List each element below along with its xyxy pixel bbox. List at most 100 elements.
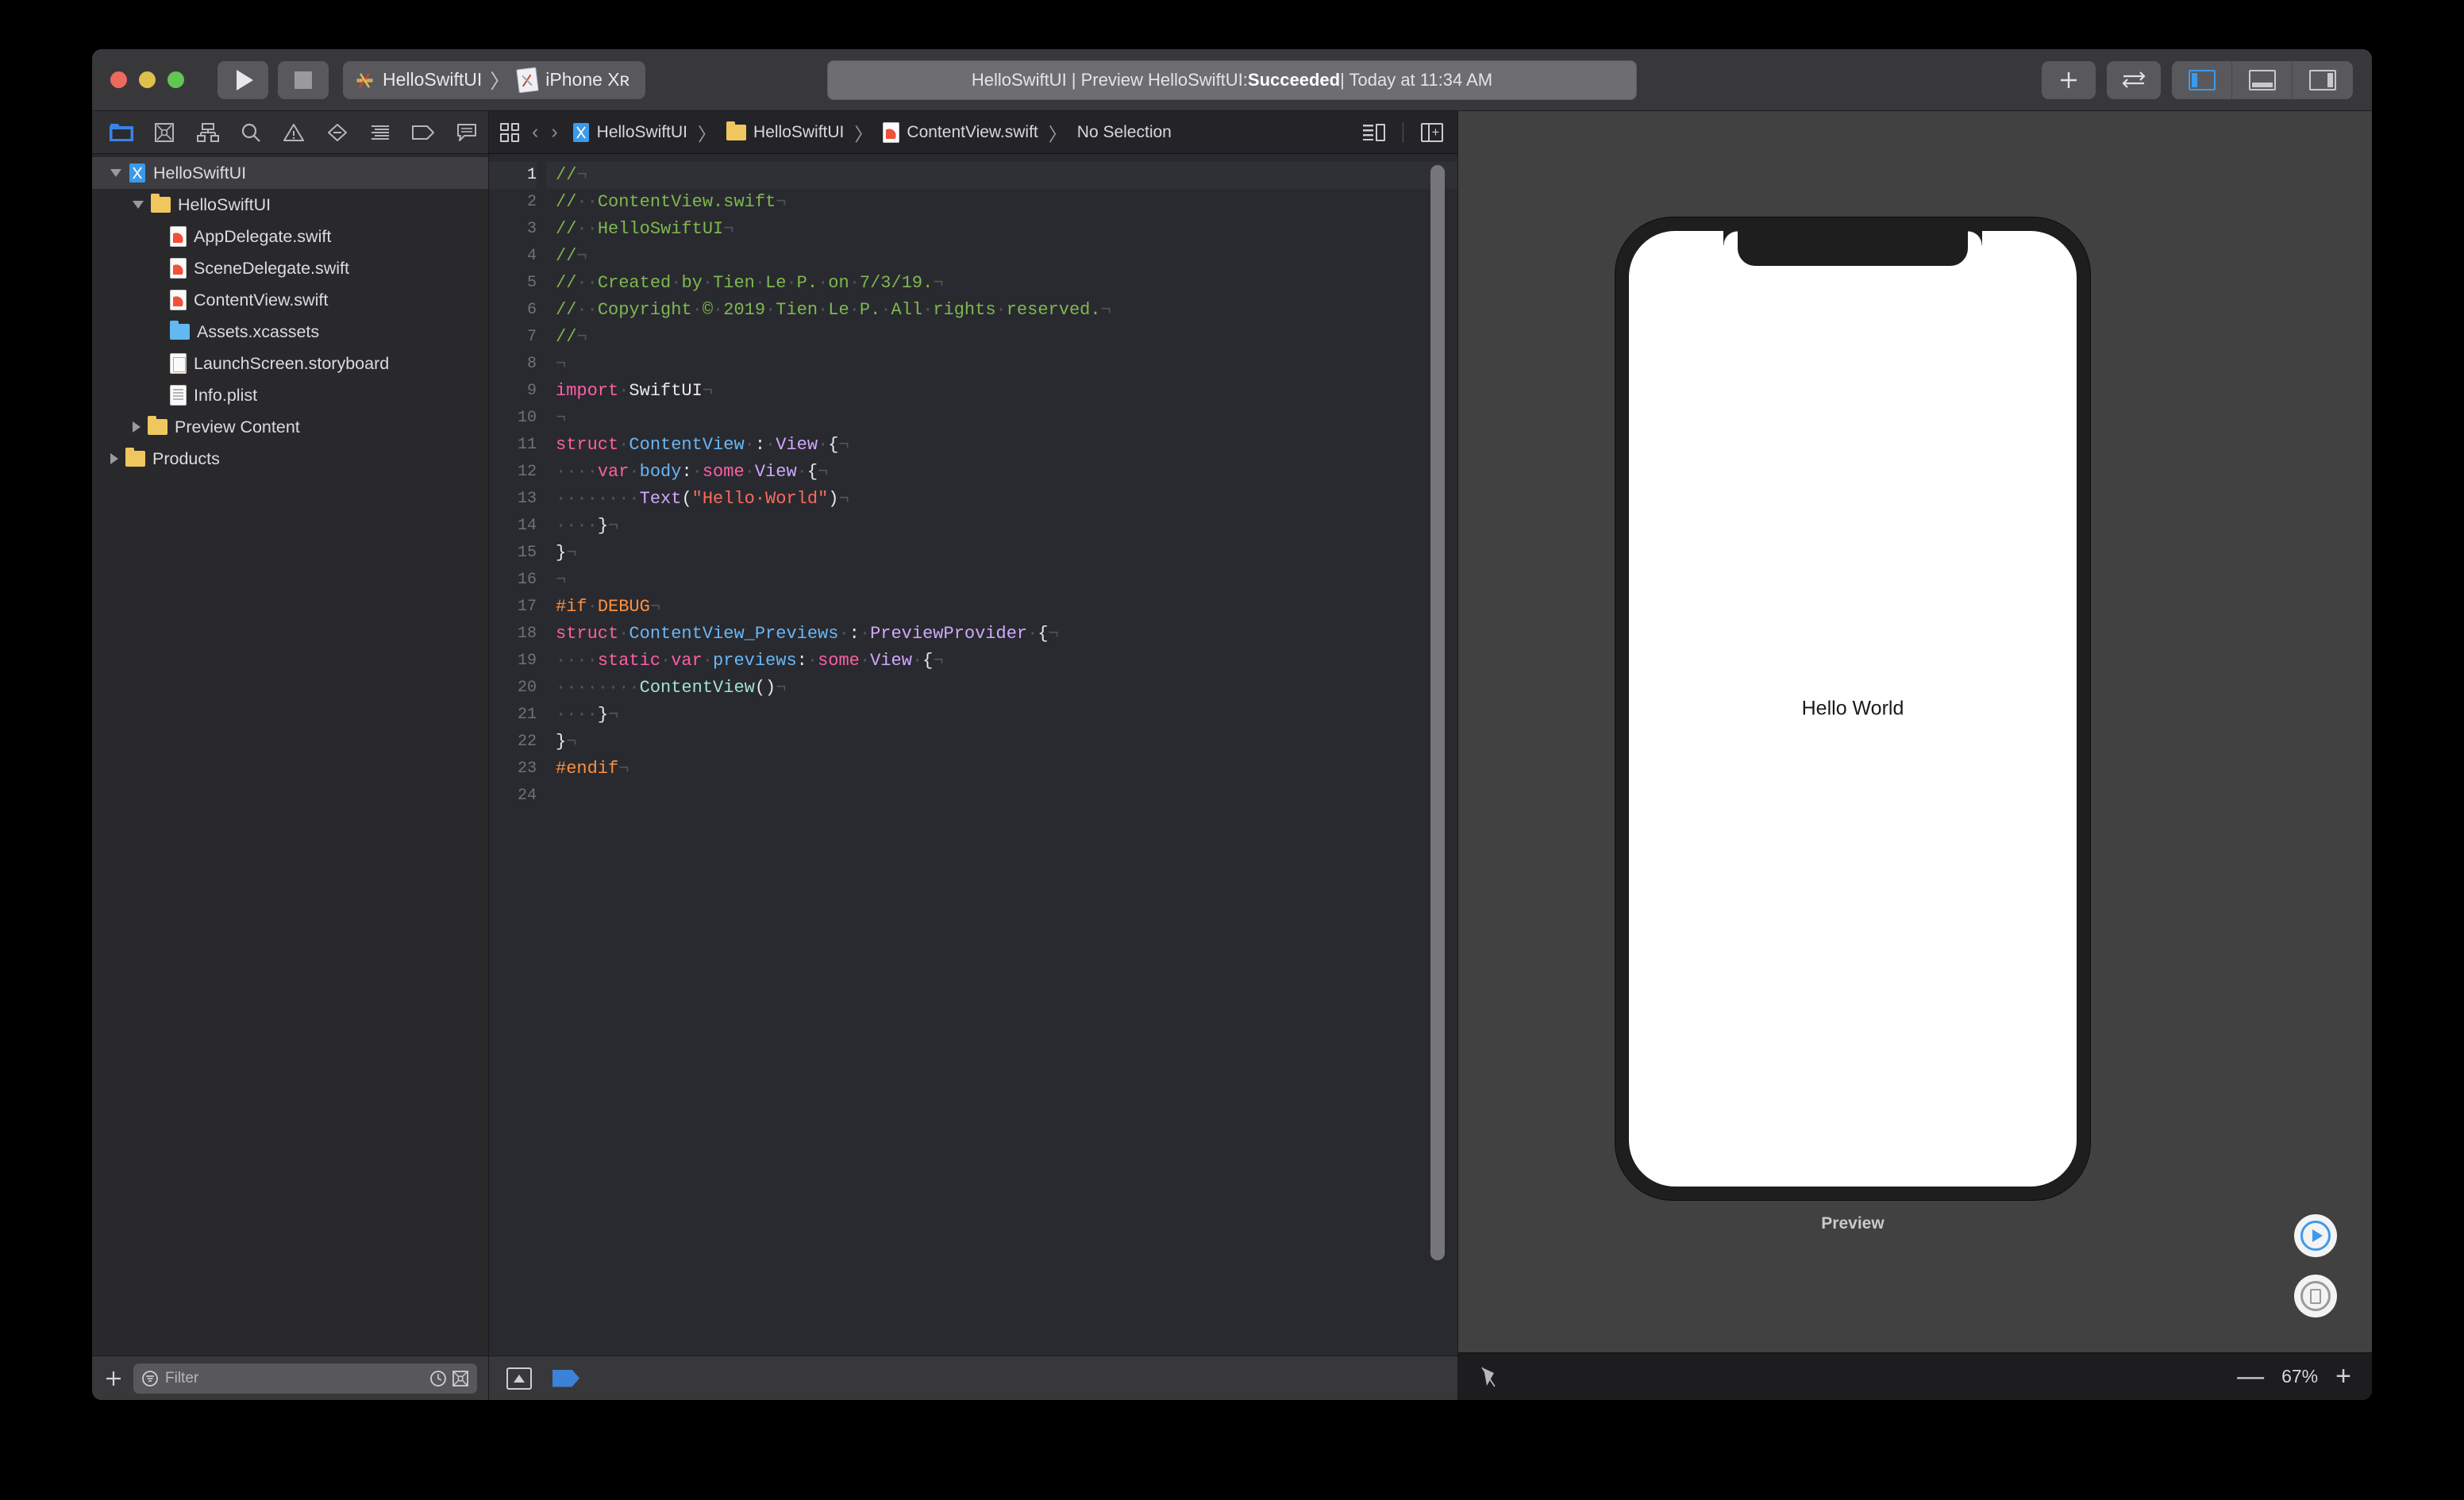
toggle-inspector-button[interactable] <box>2293 61 2353 99</box>
breadcrumb-group[interactable]: HelloSwiftUI <box>726 121 844 142</box>
code-line[interactable]: }¬ <box>556 540 1457 567</box>
add-editor-button[interactable] <box>2042 60 2096 99</box>
device-screen[interactable]: Hello World <box>1629 231 2077 1187</box>
minimize-button[interactable] <box>139 71 156 88</box>
code-token: reserved. <box>1006 300 1101 320</box>
editor-vertical-scrollbar[interactable] <box>1430 162 1445 1348</box>
filter-field[interactable]: Filter <box>133 1363 477 1394</box>
code-line[interactable]: //··Created·by·Tien·Le·P.·on·7/3/19.¬ <box>556 270 1457 297</box>
sidebar-item-project-navigator[interactable] <box>100 114 143 151</box>
code-line[interactable]: ····}¬ <box>556 702 1457 729</box>
project-file-tree[interactable]: HelloSwiftUI HelloSwiftUI AppDelegate.swif… <box>92 154 488 1356</box>
disclosure-triangle-open-icon[interactable] <box>133 201 144 209</box>
code-line[interactable]: ········ContentView()¬ <box>556 675 1457 702</box>
xcode-project-icon <box>572 122 589 142</box>
filter-input[interactable]: Filter <box>165 1370 198 1387</box>
code-token: ContentView.swift <box>597 192 776 212</box>
preview-canvas-panel: Hello World Preview — 67% + <box>1457 111 2372 1400</box>
zoom-out-button[interactable]: — <box>2237 1363 2264 1390</box>
stop-button[interactable] <box>278 60 329 99</box>
tree-row[interactable]: Info.plist <box>92 379 488 411</box>
clock-icon[interactable] <box>429 1370 447 1387</box>
code-line[interactable] <box>556 783 1457 810</box>
code-token: ¬ <box>702 381 714 401</box>
code-line[interactable]: ¬ <box>556 567 1457 594</box>
canvas-stage[interactable]: Hello World Preview <box>1458 111 2372 1352</box>
code-token: View <box>754 462 797 482</box>
sidebar-item-breakpoint-navigator[interactable] <box>402 114 445 151</box>
code-line[interactable]: ····var·body:·some·View·{¬ <box>556 459 1457 486</box>
source-control-icon <box>155 122 175 142</box>
run-button[interactable] <box>218 60 268 99</box>
tree-row[interactable]: Assets.xcassets <box>92 316 488 348</box>
sidebar-item-test-navigator[interactable] <box>316 114 359 151</box>
tree-row[interactable]: HelloSwiftUI <box>92 189 488 221</box>
code-line[interactable]: ¬ <box>556 351 1457 378</box>
code-line[interactable]: ····}¬ <box>556 513 1457 540</box>
source-control-filter-icon[interactable] <box>452 1370 469 1387</box>
code-line[interactable]: //··HelloSwiftUI¬ <box>556 216 1457 243</box>
code-area[interactable]: 1 2 3 4 5 6 7 8 9 10 11 12 13 14 15 16 17 18 19 20 21 22 23 24 … <box>489 154 1457 1356</box>
line-number: 3 <box>526 220 537 238</box>
sidebar-item-source-control-navigator[interactable] <box>143 114 186 151</box>
code-line[interactable]: }¬ <box>556 729 1457 756</box>
assistant-editor-icon[interactable] <box>1363 121 1385 144</box>
close-button[interactable] <box>110 71 127 88</box>
back-button[interactable]: ‹ <box>532 121 538 144</box>
line-number: 9 <box>526 382 537 400</box>
disclosure-triangle-open-icon[interactable] <box>110 169 121 177</box>
pin-button[interactable] <box>1479 1365 1500 1389</box>
toggle-navigator-button[interactable] <box>2172 60 2232 99</box>
code-text[interactable]: //¬//··ContentView.swift¬//··HelloSwiftU… <box>546 154 1457 1356</box>
add-editor-icon[interactable]: + <box>1421 122 1443 142</box>
tree-row-label: Preview Content <box>175 417 300 437</box>
breadcrumb-selection-label[interactable]: No Selection <box>1077 123 1172 142</box>
tree-row[interactable]: LaunchScreen.storyboard <box>92 348 488 379</box>
tree-row[interactable]: Preview Content <box>92 411 488 443</box>
code-line[interactable]: import·SwiftUI¬ <box>556 378 1457 405</box>
zoom-in-button[interactable]: + <box>2335 1363 2351 1390</box>
code-line[interactable]: //¬ <box>546 162 1457 189</box>
navigator-panel-icon <box>2188 69 2216 90</box>
live-preview-play-button[interactable] <box>2294 1214 2337 1257</box>
code-token: : <box>849 624 860 644</box>
swap-editors-button[interactable] <box>2107 60 2161 99</box>
tree-row[interactable]: SceneDelegate.swift <box>92 252 488 284</box>
code-line[interactable]: ¬ <box>556 405 1457 432</box>
code-line[interactable]: struct·ContentView·:·View·{¬ <box>556 432 1457 459</box>
scheme-selector[interactable]: HelloSwiftUI 〉 iPhone Xʀ <box>343 60 646 99</box>
activity-status-bar[interactable]: HelloSwiftUI | Preview HelloSwiftUI: Suc… <box>827 60 1637 100</box>
line-number: 15 <box>517 544 537 562</box>
code-line[interactable]: #if·DEBUG¬ <box>556 594 1457 621</box>
code-line[interactable]: //··Copyright·©·2019·Tien·Le·P.·All·righ… <box>556 297 1457 324</box>
code-line[interactable]: //··ContentView.swift¬ <box>556 189 1457 216</box>
related-items-icon[interactable] <box>500 122 519 142</box>
code-line[interactable]: #endif¬ <box>556 756 1457 783</box>
zoom-button[interactable] <box>167 71 184 88</box>
code-line[interactable]: ····static·var·previews:·some·View·{¬ <box>556 648 1457 675</box>
scrollbar-thumb[interactable] <box>1430 165 1445 1260</box>
tree-row[interactable]: AppDelegate.swift <box>92 221 488 252</box>
run-on-device-button[interactable] <box>2294 1275 2337 1317</box>
code-line[interactable]: struct·ContentView_Previews·:·PreviewPro… <box>556 621 1457 648</box>
breadcrumb-file[interactable]: ContentView.swift <box>883 121 1038 143</box>
breadcrumb-project[interactable]: HelloSwiftUI <box>572 122 687 143</box>
show-debug-area-icon[interactable] <box>506 1367 532 1390</box>
add-file-button[interactable] <box>103 1368 124 1389</box>
code-line[interactable]: ········Text("Hello·World")¬ <box>556 486 1457 513</box>
disclosure-triangle-closed-icon[interactable] <box>133 421 141 433</box>
code-line[interactable]: //¬ <box>556 243 1457 270</box>
breakpoint-toggle-icon[interactable] <box>552 1369 579 1387</box>
sidebar-item-issue-navigator[interactable] <box>272 114 315 151</box>
code-line[interactable]: //¬ <box>556 324 1457 351</box>
toggle-debug-area-button[interactable] <box>2232 60 2293 99</box>
sidebar-item-symbol-navigator[interactable] <box>187 114 229 151</box>
disclosure-triangle-closed-icon[interactable] <box>110 453 118 464</box>
sidebar-item-find-navigator[interactable] <box>229 114 272 151</box>
sidebar-item-debug-navigator[interactable] <box>359 114 402 151</box>
tree-row[interactable]: ContentView.swift <box>92 284 488 316</box>
sidebar-item-report-navigator[interactable] <box>445 114 488 151</box>
forward-button[interactable]: › <box>551 121 557 144</box>
tree-row[interactable]: HelloSwiftUI <box>92 157 488 189</box>
tree-row[interactable]: Products <box>92 443 488 475</box>
